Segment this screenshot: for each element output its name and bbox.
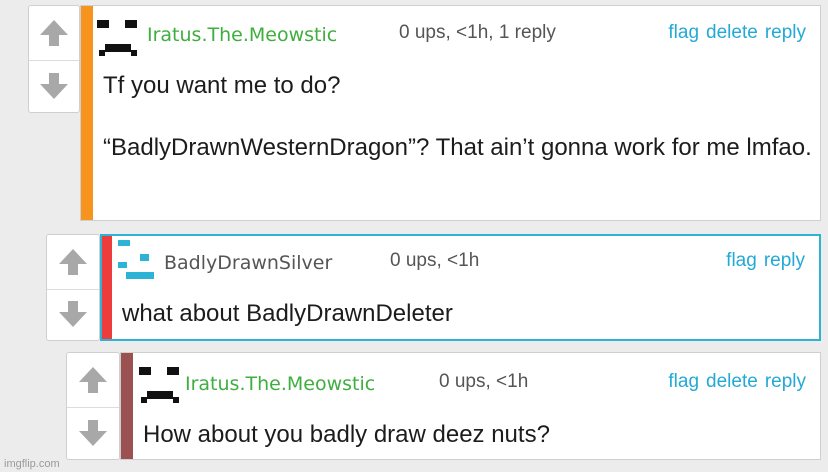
down-arrow-icon <box>59 301 87 327</box>
avatar-icon[interactable] <box>118 240 154 284</box>
comment-panel: Iratus.The.Meowstic 0 ups, <1h, 1 reply … <box>80 5 821 221</box>
avatar-icon[interactable] <box>139 367 181 403</box>
upvote-button[interactable] <box>67 353 119 408</box>
comment-stripe <box>121 353 133 459</box>
comment-username[interactable]: Iratus.The.Meowstic <box>147 24 337 46</box>
down-arrow-icon <box>40 72 68 99</box>
comment-meta: 0 ups, <1h <box>439 371 529 392</box>
up-arrow-icon <box>59 249 87 275</box>
down-arrow-icon <box>79 419 107 446</box>
comment-meta: 0 ups, <1h, 1 reply <box>399 22 556 43</box>
flag-link[interactable]: flag <box>668 22 699 43</box>
flag-link[interactable]: flag <box>668 371 699 392</box>
vote-box <box>46 234 100 341</box>
comment-meta: 0 ups, <1h <box>390 250 480 271</box>
reply-link[interactable]: reply <box>765 371 806 392</box>
upvote-button[interactable] <box>29 6 79 61</box>
watermark: imgflip.com <box>4 458 60 470</box>
downvote-button[interactable] <box>29 59 79 112</box>
flag-link[interactable]: flag <box>726 250 757 271</box>
comment-stripe <box>102 236 112 339</box>
delete-link[interactable]: delete <box>706 371 758 392</box>
vote-box <box>28 5 80 113</box>
comment-stripe <box>81 6 93 220</box>
comment-actions: flag delete reply <box>661 371 806 393</box>
reply-link[interactable]: reply <box>764 250 805 271</box>
comment-text: what about BadlyDrawnDeleter <box>122 300 453 327</box>
downvote-button[interactable] <box>67 406 119 459</box>
delete-link[interactable]: delete <box>706 22 758 43</box>
up-arrow-icon <box>79 367 107 393</box>
upvote-button[interactable] <box>47 235 99 290</box>
comment-panel: Iratus.The.Meowstic 0 ups, <1h flag delet… <box>120 352 821 460</box>
up-arrow-icon <box>40 20 68 46</box>
comment-actions: flag reply <box>719 250 805 272</box>
vote-box <box>66 352 120 460</box>
comment-panel: BadlyDrawnSilver 0 ups, <1h flag reply wh… <box>100 234 821 341</box>
comment-text: How about you badly draw deez nuts? <box>143 421 550 448</box>
comment-username[interactable]: Iratus.The.Meowstic <box>185 373 375 395</box>
avatar-icon[interactable] <box>97 20 139 56</box>
reply-link[interactable]: reply <box>765 22 806 43</box>
comment-text: Tf you want me to do? “BadlyDrawnWestern… <box>103 72 812 161</box>
comment-actions: flag delete reply <box>661 22 806 44</box>
comment-username[interactable]: BadlyDrawnSilver <box>164 252 332 274</box>
downvote-button[interactable] <box>47 288 99 340</box>
